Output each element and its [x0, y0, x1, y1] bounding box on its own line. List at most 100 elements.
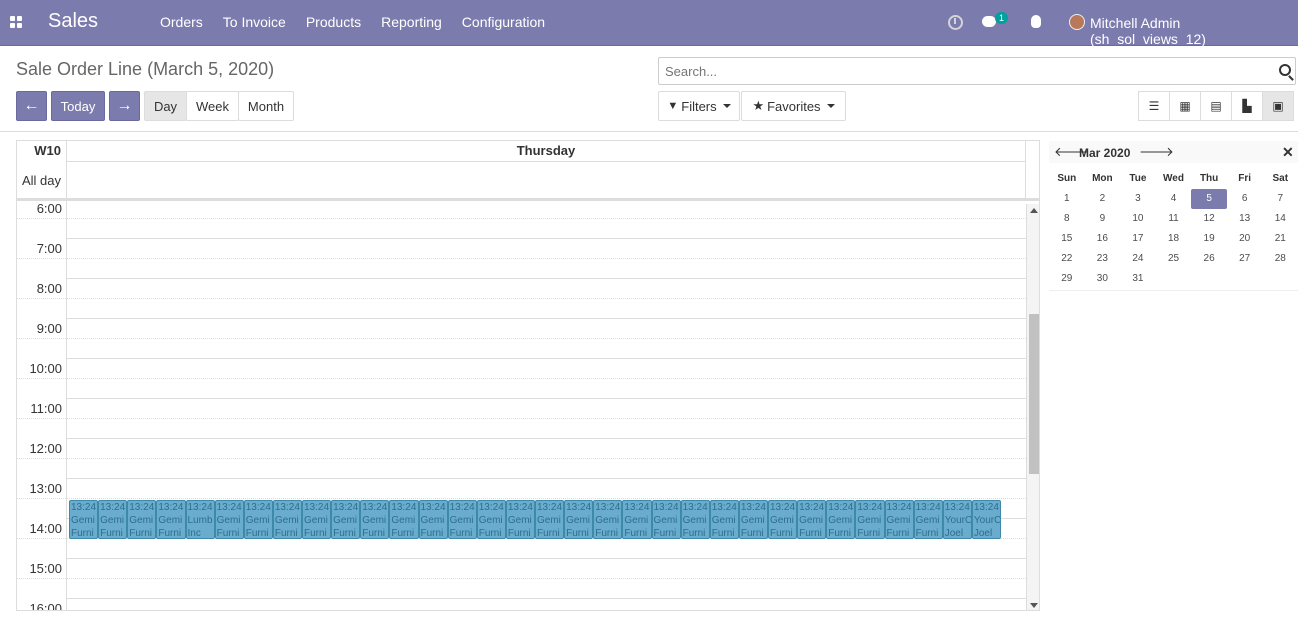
calendar-event[interactable]: 13:24 Gemi Furni: [622, 500, 652, 539]
mini-day[interactable]: 11: [1156, 209, 1192, 229]
mini-day[interactable]: 22: [1049, 249, 1085, 269]
hour-label: 10:00: [29, 361, 62, 376]
calendar-event[interactable]: 13:24 Gemi Furni: [797, 500, 827, 539]
menu-orders[interactable]: Orders: [160, 14, 203, 30]
calendar-event[interactable]: 13:24 Gemi Furni: [447, 500, 477, 539]
chat-icon[interactable]: [982, 16, 996, 27]
calendar-event[interactable]: 13:24 Gemi Furni: [855, 500, 885, 539]
calendar-event[interactable]: 13:24 Gemi Furni: [651, 500, 681, 539]
menu-reporting[interactable]: Reporting: [381, 14, 442, 30]
mini-day[interactable]: 25: [1156, 249, 1192, 269]
mini-day[interactable]: 10: [1120, 209, 1156, 229]
mini-day[interactable]: 19: [1191, 229, 1227, 249]
close-icon[interactable]: ✕: [1282, 144, 1294, 161]
calendar-event[interactable]: 13:24 Gemi Furni: [535, 500, 565, 539]
app-brand[interactable]: Sales: [48, 10, 98, 33]
calendar-event[interactable]: 13:24 Gemi Furni: [243, 500, 273, 539]
mini-day[interactable]: 21: [1262, 229, 1298, 249]
mini-day[interactable]: 1: [1049, 189, 1085, 209]
list-view-icon[interactable]: ☰: [1138, 91, 1170, 121]
apps-menu-icon[interactable]: [10, 16, 23, 29]
mini-day[interactable]: 30: [1085, 269, 1121, 289]
calendar-event[interactable]: 13:24 Gemi Furni: [476, 500, 506, 539]
scale-month-button[interactable]: Month: [238, 91, 294, 121]
mini-day[interactable]: 31: [1120, 269, 1156, 289]
calendar-scrollbar[interactable]: [1026, 204, 1039, 610]
calendar-event[interactable]: 13:24 Gemi Furni: [156, 500, 186, 539]
all-day-slot[interactable]: [66, 161, 1026, 201]
mini-day[interactable]: 23: [1085, 249, 1121, 269]
calendar-event[interactable]: 13:24 Gemi Furni: [593, 500, 623, 539]
scale-day-button[interactable]: Day: [144, 91, 187, 121]
mini-day[interactable]: 7: [1262, 189, 1298, 209]
time-slot[interactable]: [66, 598, 1026, 610]
activity-clock-icon[interactable]: [948, 15, 963, 30]
user-menu[interactable]: Mitchell Admin (sh_sol_views_12): [1090, 15, 1298, 47]
calendar-event[interactable]: 13:24 Gemi Furni: [913, 500, 943, 539]
mini-day[interactable]: 29: [1049, 269, 1085, 289]
mini-day[interactable]: 5: [1191, 189, 1227, 209]
calendar-event[interactable]: 13:24 Gemi Furni: [69, 500, 99, 539]
calendar-event[interactable]: 13:24 Gemi Furni: [826, 500, 856, 539]
mini-day[interactable]: 14: [1262, 209, 1298, 229]
mini-day[interactable]: 26: [1191, 249, 1227, 269]
mini-day[interactable]: 12: [1191, 209, 1227, 229]
menu-to-invoice[interactable]: To Invoice: [223, 14, 286, 30]
calendar-event[interactable]: 13:24 Lumb Inc: [185, 500, 215, 539]
scroll-up-icon[interactable]: [1030, 208, 1038, 213]
calendar-event[interactable]: 13:24 Gemi Furni: [709, 500, 739, 539]
scroll-thumb[interactable]: [1029, 314, 1039, 474]
prev-button[interactable]: ←: [16, 91, 47, 121]
calendar-event[interactable]: 13:24 Gemi Furni: [360, 500, 390, 539]
mini-day[interactable]: 13: [1227, 209, 1263, 229]
calendar-event[interactable]: 13:24 YourC Joel: [942, 500, 972, 539]
scale-week-button[interactable]: Week: [186, 91, 239, 121]
search-icon[interactable]: [1279, 64, 1291, 76]
calendar-event[interactable]: 13:24 Gemi Furni: [389, 500, 419, 539]
mini-day[interactable]: 24: [1120, 249, 1156, 269]
event-time: 13:24: [857, 502, 883, 513]
calendar-event[interactable]: 13:24 Gemi Furni: [418, 500, 448, 539]
calendar-event[interactable]: 13:24 Gemi Furni: [214, 500, 244, 539]
calendar-event[interactable]: 13:24 Gemi Furni: [331, 500, 361, 539]
calendar-event[interactable]: 13:24 Gemi Furni: [127, 500, 157, 539]
mini-day[interactable]: 3: [1120, 189, 1156, 209]
menu-configuration[interactable]: Configuration: [462, 14, 545, 30]
favorites-dropdown[interactable]: ★ Favorites: [741, 91, 846, 121]
calendar-event[interactable]: 13:24 Gemi Furni: [272, 500, 302, 539]
pivot-view-icon[interactable]: ▤: [1200, 91, 1232, 121]
mini-day[interactable]: 9: [1085, 209, 1121, 229]
mini-day[interactable]: 15: [1049, 229, 1085, 249]
calendar-event[interactable]: 13:24 Gemi Furni: [884, 500, 914, 539]
mini-day[interactable]: 16: [1085, 229, 1121, 249]
calendar-event[interactable]: 13:24 Gemi Furni: [564, 500, 594, 539]
mini-day[interactable]: 28: [1262, 249, 1298, 269]
kanban-view-icon[interactable]: ▦: [1169, 91, 1201, 121]
mini-next-month-icon[interactable]: 🡒: [1139, 144, 1174, 160]
mini-day[interactable]: 2: [1085, 189, 1121, 209]
calendar-event[interactable]: 13:24 Gemi Furni: [98, 500, 128, 539]
avatar[interactable]: [1069, 14, 1085, 30]
calendar-view-icon[interactable]: ▣: [1262, 91, 1294, 121]
mini-day[interactable]: 4: [1156, 189, 1192, 209]
calendar-event[interactable]: 13:24 Gemi Furni: [738, 500, 768, 539]
calendar-event[interactable]: 13:24 Gemi Furni: [768, 500, 798, 539]
debug-bug-icon[interactable]: [1031, 15, 1041, 28]
mini-day[interactable]: 6: [1227, 189, 1263, 209]
mini-day[interactable]: 18: [1156, 229, 1192, 249]
mini-day[interactable]: 20: [1227, 229, 1263, 249]
graph-view-icon[interactable]: ▙: [1231, 91, 1263, 121]
mini-day[interactable]: 27: [1227, 249, 1263, 269]
calendar-event[interactable]: 13:24 Gemi Furni: [302, 500, 332, 539]
filters-dropdown[interactable]: ▼ Filters: [658, 91, 740, 121]
menu-products[interactable]: Products: [306, 14, 361, 30]
scroll-down-icon[interactable]: [1030, 603, 1038, 608]
calendar-event[interactable]: 13:24 Gemi Furni: [680, 500, 710, 539]
calendar-event[interactable]: 13:24 YourC Joel: [971, 500, 1001, 539]
today-button[interactable]: Today: [51, 91, 105, 121]
search-input[interactable]: [659, 58, 1259, 84]
calendar-event[interactable]: 13:24 Gemi Furni: [505, 500, 535, 539]
mini-day[interactable]: 17: [1120, 229, 1156, 249]
mini-day[interactable]: 8: [1049, 209, 1085, 229]
next-button[interactable]: →: [109, 91, 140, 121]
